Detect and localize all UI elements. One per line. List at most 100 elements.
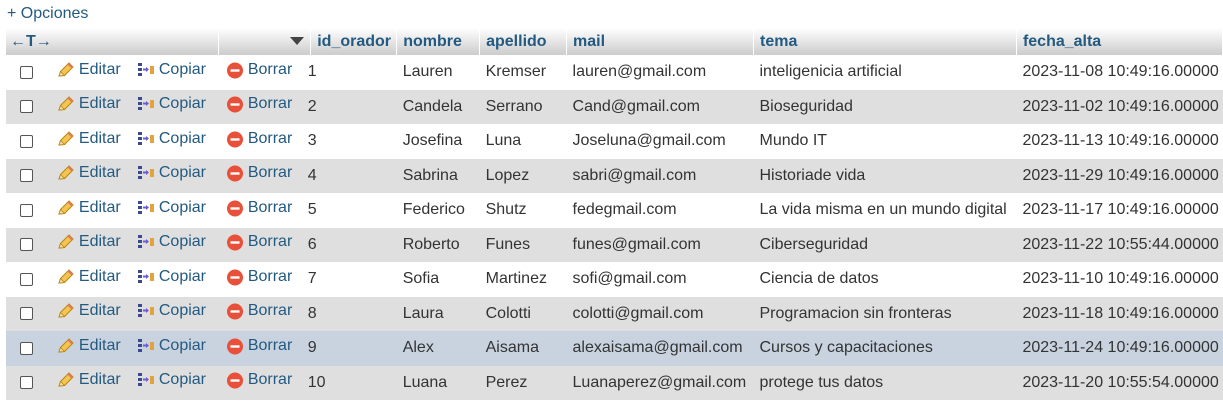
row-checkbox[interactable] — [20, 100, 33, 114]
row-checkbox[interactable] — [20, 272, 33, 286]
pencil-icon — [56, 370, 76, 390]
column-header-nombre[interactable]: nombre — [396, 28, 481, 55]
pencil-icon — [56, 267, 76, 287]
cell-fecha_alta: 2023-11-02 10:49:16.00000 — [1022, 97, 1219, 115]
delete-label: Borrar — [247, 302, 293, 320]
edit-button[interactable]: Editar — [56, 301, 121, 321]
copy-label: Copiar — [158, 129, 207, 147]
row-checkbox[interactable] — [20, 134, 33, 148]
cell-apellido: Shutz — [485, 201, 527, 219]
options-toggle[interactable]: + Opciones — [7, 5, 88, 23]
column-header-fecha_alta[interactable]: fecha_alta — [1016, 28, 1223, 55]
cell-apellido: Luna — [485, 132, 522, 150]
row-checkbox[interactable] — [20, 65, 33, 79]
edit-button[interactable]: Editar — [56, 267, 121, 287]
cell-fecha_alta: 2023-11-22 10:55:44.00000 — [1022, 235, 1219, 253]
delete-label: Borrar — [247, 233, 293, 251]
column-header-apellido[interactable]: apellido — [479, 28, 568, 55]
copy-label: Copiar — [158, 60, 207, 78]
copy-button[interactable]: Copiar — [136, 129, 206, 149]
edit-label: Editar — [78, 198, 121, 216]
cell-nombre: Lauren — [402, 63, 453, 81]
cell-nombre: Federico — [402, 201, 465, 219]
delete-button[interactable]: Borrar — [225, 267, 292, 287]
row-checkbox[interactable] — [20, 307, 33, 321]
cell-id_orador: 10 — [307, 373, 326, 391]
row-checkbox-cell — [6, 262, 50, 297]
row-checkbox-cell — [6, 297, 50, 332]
delete-label: Borrar — [247, 371, 293, 389]
copy-button[interactable]: Copiar — [136, 232, 206, 252]
edit-button[interactable]: Editar — [56, 336, 121, 356]
column-header-tema[interactable]: tema — [753, 28, 1017, 55]
delete-button[interactable]: Borrar — [225, 301, 292, 321]
cell-nombre: Luana — [402, 373, 448, 391]
edit-button[interactable]: Editar — [56, 163, 121, 183]
delete-label: Borrar — [247, 164, 293, 182]
delete-button[interactable]: Borrar — [225, 60, 292, 80]
table-header-row: ←T→ id_orador nombre apellido mail tema … — [6, 28, 1223, 55]
row-checkbox[interactable] — [20, 238, 33, 252]
cell-id_orador: 9 — [307, 339, 317, 357]
copy-button[interactable]: Copiar — [136, 163, 206, 183]
edit-label: Editar — [78, 302, 121, 320]
column-header-id_orador[interactable]: id_orador — [310, 28, 398, 55]
edit-label: Editar — [78, 371, 121, 389]
cell-id_orador: 7 — [307, 270, 317, 288]
cell-tema: Cursos y capacitaciones — [759, 339, 933, 357]
copy-button[interactable]: Copiar — [136, 370, 206, 390]
edit-label: Editar — [78, 336, 121, 354]
delete-button[interactable]: Borrar — [225, 232, 292, 252]
copy-label: Copiar — [158, 233, 207, 251]
cell-apellido: Funes — [485, 235, 531, 253]
table-row: Editar Copiar Borrar 3 Josefina Luna Jos… — [6, 124, 1223, 159]
pencil-icon — [56, 232, 76, 252]
cell-nombre: Roberto — [402, 235, 460, 253]
cell-apellido: Perez — [485, 373, 528, 391]
delete-button[interactable]: Borrar — [225, 336, 292, 356]
cell-apellido: Lopez — [485, 166, 530, 184]
cell-id_orador: 8 — [307, 304, 317, 322]
cell-nombre: Candela — [402, 97, 463, 115]
cell-tema: La vida misma en un mundo digital — [759, 201, 1007, 219]
delete-icon — [225, 232, 245, 252]
cell-nombre: Alex — [402, 339, 434, 357]
copy-label: Copiar — [158, 198, 207, 216]
edit-button[interactable]: Editar — [56, 198, 121, 218]
copy-button[interactable]: Copiar — [136, 198, 206, 218]
delete-button[interactable]: Borrar — [225, 94, 292, 114]
copy-button[interactable]: Copiar — [136, 60, 206, 80]
delete-button[interactable]: Borrar — [225, 129, 292, 149]
copy-button[interactable]: Copiar — [136, 267, 206, 287]
row-checkbox[interactable] — [20, 376, 33, 390]
edit-button[interactable]: Editar — [56, 370, 121, 390]
delete-button[interactable]: Borrar — [225, 163, 292, 183]
cell-nombre: Sabrina — [402, 166, 458, 184]
edit-button[interactable]: Editar — [56, 60, 121, 80]
cell-id_orador: 2 — [307, 97, 317, 115]
delete-button[interactable]: Borrar — [225, 198, 292, 218]
delete-icon — [225, 94, 245, 114]
row-checkbox-cell — [6, 228, 50, 263]
sort-toggle[interactable] — [218, 28, 312, 55]
copy-icon — [136, 336, 156, 356]
copy-label: Copiar — [158, 371, 207, 389]
delete-label: Borrar — [247, 336, 293, 354]
row-checkbox[interactable] — [20, 203, 33, 217]
copy-icon — [136, 163, 156, 183]
row-checkbox[interactable] — [20, 341, 33, 355]
row-checkbox[interactable] — [20, 169, 33, 183]
edit-button[interactable]: Editar — [56, 129, 121, 149]
copy-button[interactable]: Copiar — [136, 301, 206, 321]
sort-triangle-icon[interactable] — [290, 37, 305, 46]
delete-button[interactable]: Borrar — [225, 370, 292, 390]
cell-id_orador: 1 — [307, 63, 317, 81]
copy-button[interactable]: Copiar — [136, 336, 206, 356]
edit-button[interactable]: Editar — [56, 232, 121, 252]
edit-button[interactable]: Editar — [56, 94, 121, 114]
cell-nombre: Sofia — [402, 270, 440, 288]
copy-button[interactable]: Copiar — [136, 94, 206, 114]
column-resize-arrows[interactable]: ←T→ — [6, 28, 220, 55]
column-header-mail[interactable]: mail — [566, 28, 754, 55]
pencil-icon — [56, 336, 76, 356]
